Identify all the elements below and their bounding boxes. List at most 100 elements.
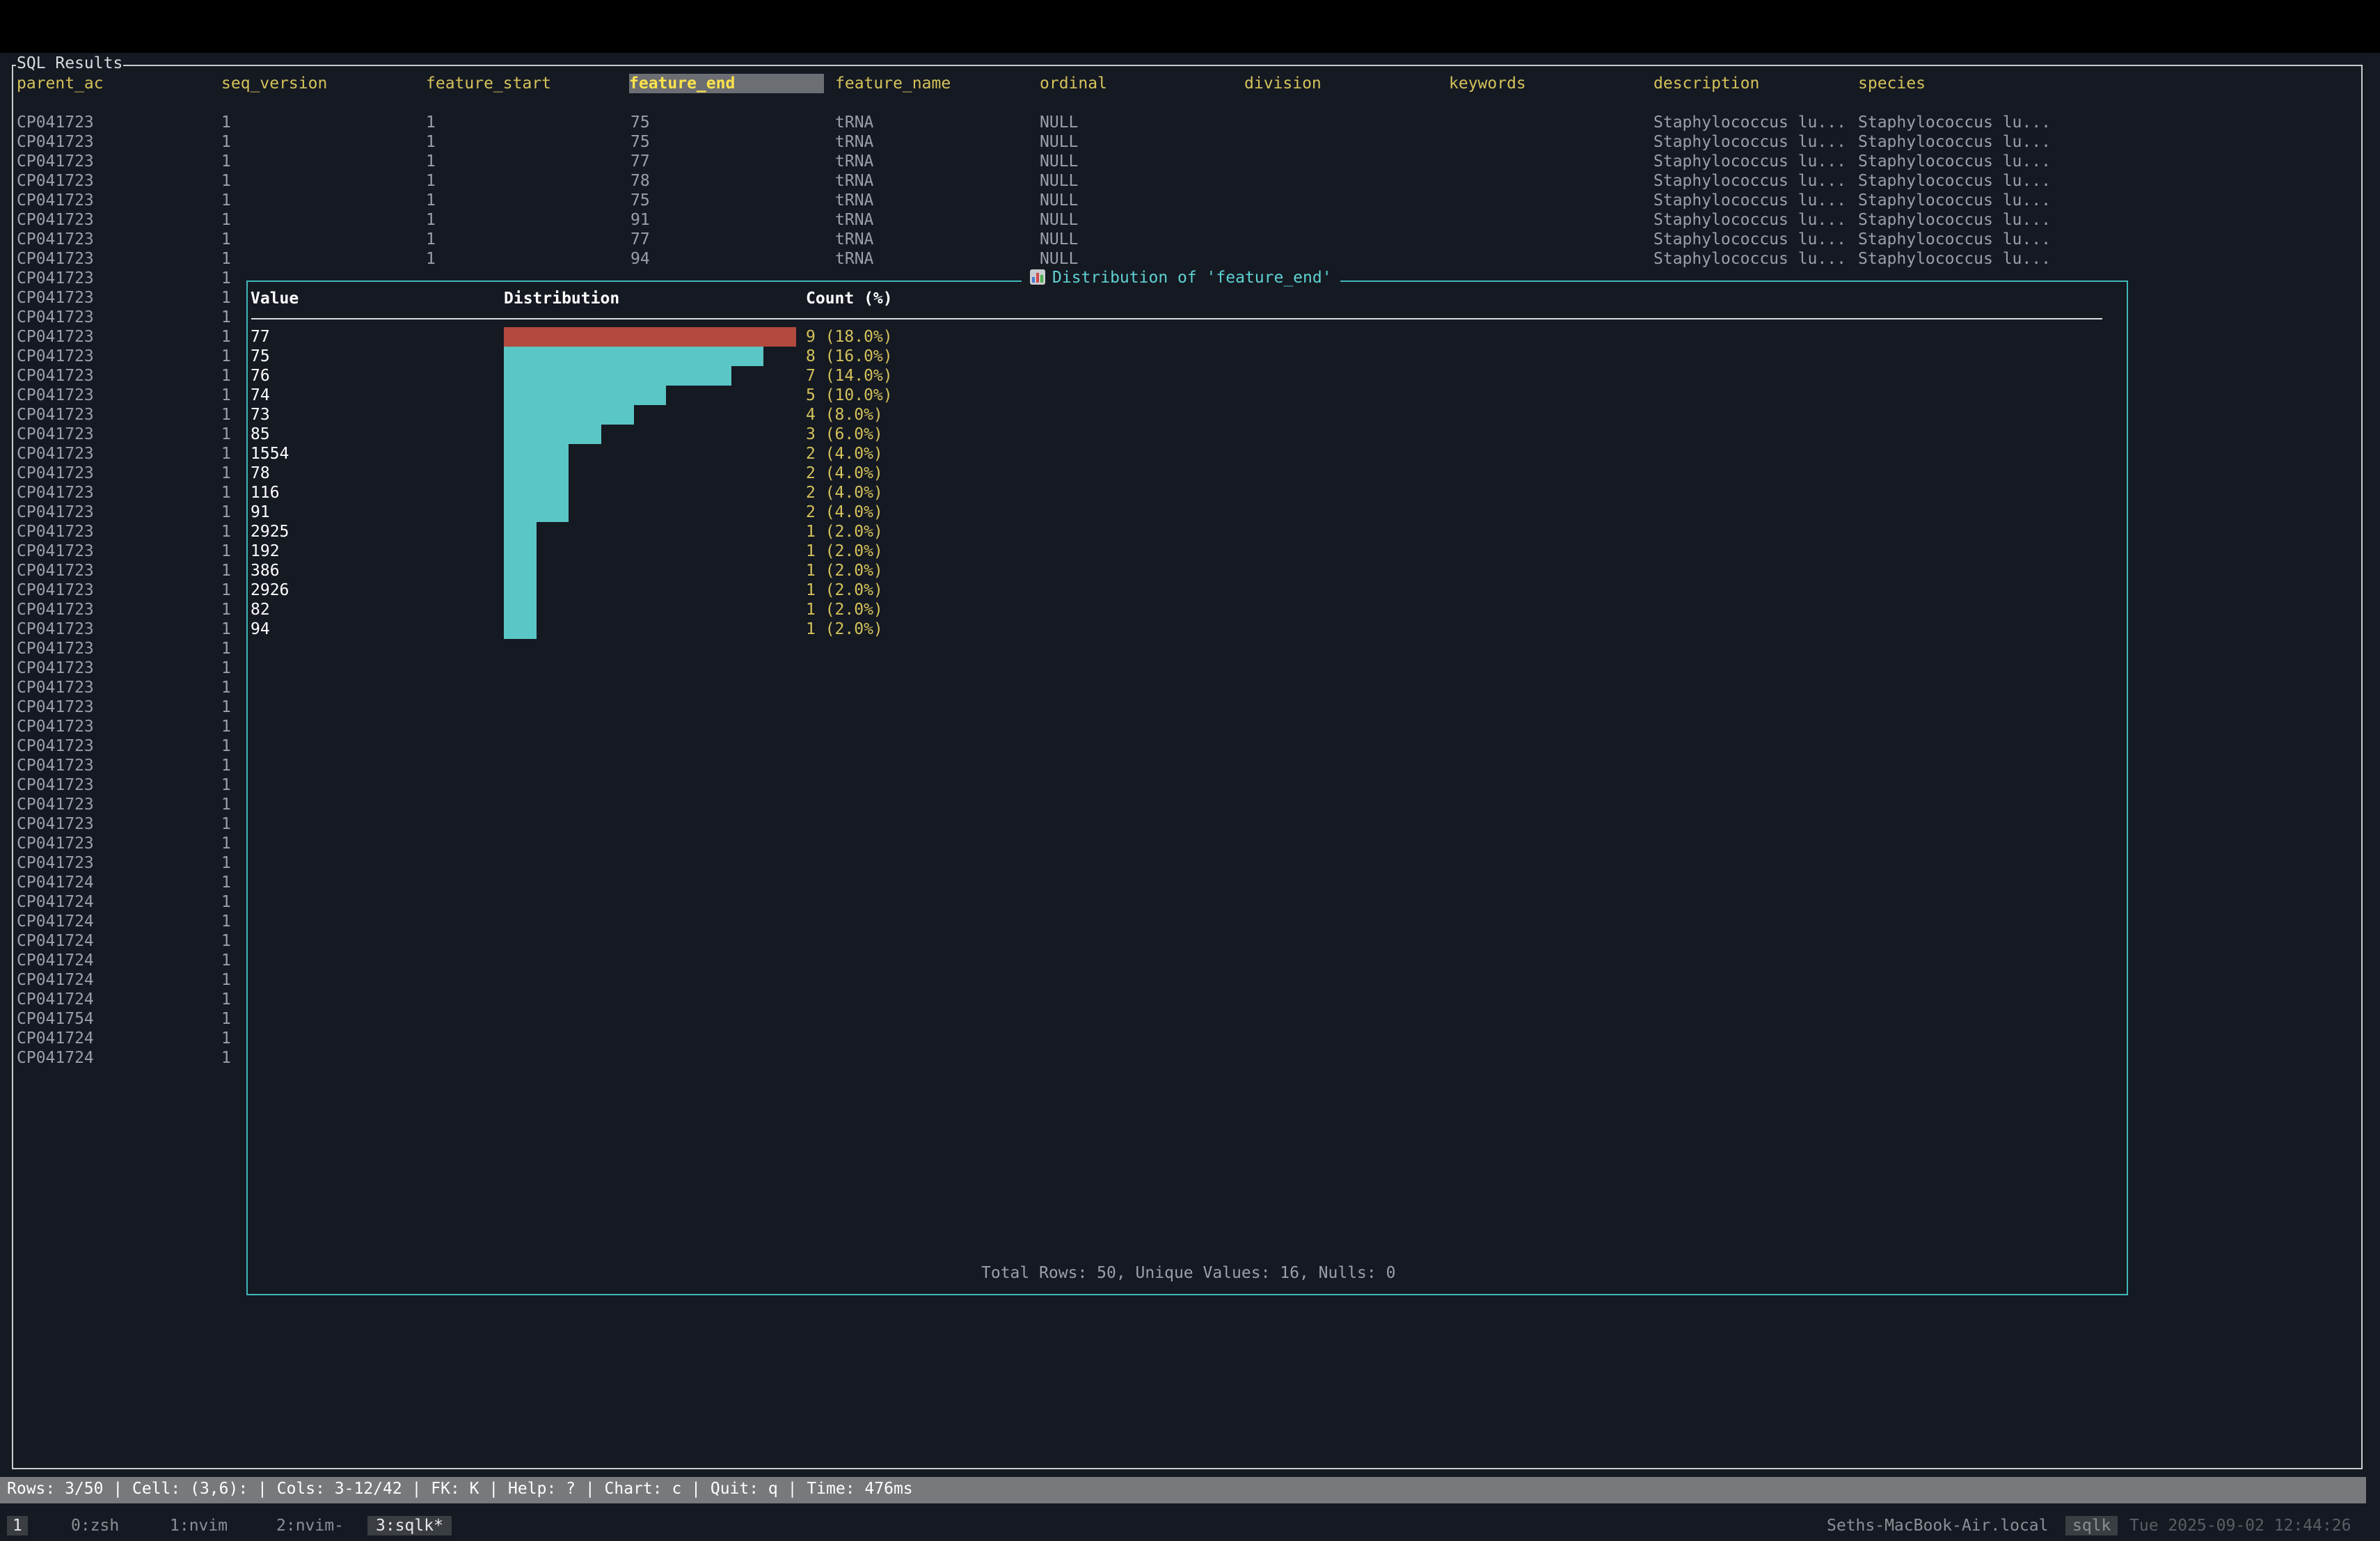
column-header-seq-version[interactable]: seq_version [221,74,327,93]
table-cell[interactable]: tRNA [835,132,873,152]
table-cell[interactable]: 1 [426,171,436,191]
table-cell[interactable]: 1 [426,230,436,249]
table-cell[interactable]: tRNA [835,210,873,230]
column-header-feature-start[interactable]: feature_start [426,74,551,93]
column-header-keywords[interactable]: keywords [1449,74,1526,93]
table-cell[interactable]: 1 [221,931,231,951]
table-cell[interactable]: 1 [221,503,231,522]
table-cell[interactable]: Staphylococcus lu... [1653,152,1846,171]
table-cell[interactable]: CP041723 [17,717,94,736]
tmux-window-tab[interactable]: 3:sqlk* [367,1516,452,1535]
table-cell[interactable]: Staphylococcus lu... [1653,191,1846,210]
table-cell[interactable]: CP041724 [17,970,94,990]
table-cell[interactable]: 75 [630,191,650,210]
table-cell[interactable]: CP041723 [17,736,94,756]
table-cell[interactable]: 1 [221,366,231,386]
table-cell[interactable]: CP041723 [17,542,94,561]
table-cell[interactable]: 1 [221,912,231,931]
table-cell[interactable]: 1 [221,483,231,503]
table-cell[interactable]: CP041723 [17,483,94,503]
table-cell[interactable]: 1 [221,580,231,600]
table-cell[interactable]: 1 [221,1048,231,1068]
table-cell[interactable]: CP041723 [17,210,94,230]
table-cell[interactable]: CP041723 [17,464,94,483]
table-cell[interactable]: 1 [221,210,231,230]
table-cell[interactable]: Staphylococcus lu... [1653,132,1846,152]
table-cell[interactable]: 75 [630,132,650,152]
table-cell[interactable]: 1 [221,347,231,366]
table-cell[interactable]: CP041724 [17,951,94,970]
table-cell[interactable]: NULL [1040,152,1078,171]
table-cell[interactable]: CP041723 [17,132,94,152]
table-cell[interactable]: CP041723 [17,600,94,619]
table-cell[interactable]: CP041724 [17,990,94,1009]
table-cell[interactable]: tRNA [835,230,873,249]
table-cell[interactable]: 1 [221,892,231,912]
table-cell[interactable]: 1 [221,405,231,425]
column-header-ordinal[interactable]: ordinal [1040,74,1107,93]
table-cell[interactable]: 1 [221,619,231,639]
table-cell[interactable]: 1 [221,542,231,561]
table-cell[interactable]: 1 [221,990,231,1009]
table-cell[interactable]: Staphylococcus lu... [1653,210,1846,230]
table-cell[interactable]: 1 [221,873,231,892]
table-cell[interactable]: CP041723 [17,619,94,639]
table-cell[interactable]: CP041723 [17,503,94,522]
table-cell[interactable]: CP041723 [17,853,94,873]
column-header-feature-end[interactable]: feature_end [629,74,824,93]
table-cell[interactable]: CP041723 [17,230,94,249]
table-cell[interactable]: 1 [221,736,231,756]
table-cell[interactable]: CP041723 [17,697,94,717]
table-cell[interactable]: 1 [221,249,231,269]
table-cell[interactable]: CP041723 [17,191,94,210]
table-cell[interactable]: CP041723 [17,834,94,853]
table-cell[interactable]: 1 [221,522,231,542]
table-cell[interactable]: Staphylococcus lu... [1858,132,2051,152]
table-cell[interactable]: 1 [221,717,231,736]
table-cell[interactable]: CP041724 [17,873,94,892]
table-cell[interactable]: 77 [630,230,650,249]
table-cell[interactable]: 1 [221,1029,231,1048]
table-cell[interactable]: tRNA [835,191,873,210]
table-cell[interactable]: CP041724 [17,1029,94,1048]
table-cell[interactable]: CP041723 [17,522,94,542]
table-cell[interactable]: CP041723 [17,444,94,464]
table-cell[interactable]: 1 [221,171,231,191]
table-cell[interactable]: Staphylococcus lu... [1858,152,2051,171]
table-cell[interactable]: 91 [630,210,650,230]
table-cell[interactable]: 1 [221,444,231,464]
table-cell[interactable]: CP041723 [17,327,94,347]
table-cell[interactable]: CP041723 [17,366,94,386]
table-cell[interactable]: CP041723 [17,795,94,814]
table-cell[interactable]: Staphylococcus lu... [1858,230,2051,249]
table-cell[interactable]: 78 [630,171,650,191]
table-cell[interactable]: 1 [221,561,231,580]
table-cell[interactable]: 1 [221,814,231,834]
table-cell[interactable]: 1 [426,191,436,210]
table-cell[interactable]: 1 [221,132,231,152]
tmux-window-tab[interactable]: 0:zsh [63,1516,127,1535]
table-cell[interactable]: tRNA [835,249,873,269]
table-cell[interactable]: CP041724 [17,931,94,951]
table-cell[interactable]: NULL [1040,210,1078,230]
table-cell[interactable]: NULL [1040,249,1078,269]
table-cell[interactable]: 1 [426,132,436,152]
table-cell[interactable]: 1 [221,795,231,814]
table-cell[interactable]: CP041723 [17,152,94,171]
table-cell[interactable]: CP041723 [17,814,94,834]
table-cell[interactable]: CP041754 [17,1009,94,1029]
table-cell[interactable]: CP041723 [17,288,94,308]
table-cell[interactable]: CP041723 [17,171,94,191]
table-cell[interactable]: 1 [426,210,436,230]
table-cell[interactable]: CP041724 [17,1048,94,1068]
table-cell[interactable]: CP041724 [17,912,94,931]
table-cell[interactable]: CP041723 [17,775,94,795]
tmux-window-tab[interactable]: 2:nvim- [268,1516,352,1535]
table-cell[interactable]: 1 [221,756,231,775]
table-cell[interactable]: CP041723 [17,425,94,444]
tmux-window-tab[interactable]: 1:nvim [161,1516,236,1535]
table-cell[interactable]: 1 [221,600,231,619]
table-cell[interactable]: Staphylococcus lu... [1653,230,1846,249]
table-cell[interactable]: Staphylococcus lu... [1653,113,1846,132]
table-cell[interactable]: CP041723 [17,756,94,775]
